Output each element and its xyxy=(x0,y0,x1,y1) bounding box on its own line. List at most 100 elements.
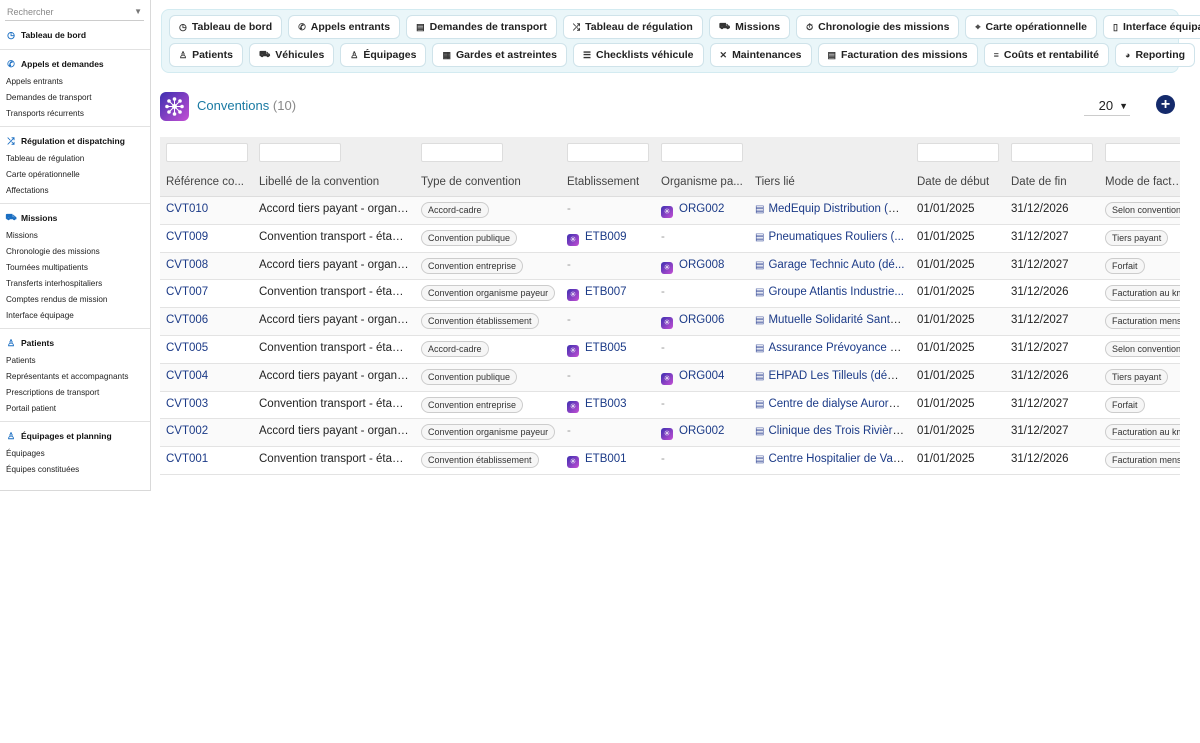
tiers-cell[interactable]: ▤ Centre Hospitalier de Val-... xyxy=(755,453,905,465)
table-row[interactable]: CVT007 Convention transport - établi... Co… xyxy=(160,280,1180,309)
convention-reference-link[interactable]: CVT006 xyxy=(166,314,208,326)
tiers-cell[interactable]: ▤ Pneumatiques Rouliers (... xyxy=(755,231,904,243)
nav-tab[interactable]: ◷ Tableau de bord xyxy=(169,15,283,39)
sidebar-item[interactable]: Patients xyxy=(0,353,150,369)
convention-reference-link[interactable]: CVT001 xyxy=(166,453,208,465)
add-convention-button[interactable]: + xyxy=(1156,95,1175,114)
sidebar-item[interactable]: Affectations xyxy=(0,183,150,199)
etablissement-cell[interactable]: ✳ ETB007 xyxy=(567,286,627,302)
table-row[interactable]: CVT006 Accord tiers payant - organi... Con… xyxy=(160,308,1180,336)
convention-reference-link[interactable]: CVT010 xyxy=(166,203,208,215)
search-input[interactable]: Rechercher ▼ xyxy=(5,3,144,21)
column-header[interactable]: Organisme pa... xyxy=(661,176,743,188)
sidebar-item[interactable]: Missions xyxy=(0,228,150,244)
convention-reference-link[interactable]: CVT009 xyxy=(166,231,208,243)
nav-tab[interactable]: ⏱ Chronologie des missions xyxy=(796,15,960,39)
convention-reference-link[interactable]: CVT002 xyxy=(166,425,208,437)
column-filter-input[interactable] xyxy=(1011,143,1093,162)
etablissement-cell[interactable]: ✳ ETB009 xyxy=(567,231,627,246)
tiers-link[interactable]: EHPAD Les Tilleuls (démo) xyxy=(768,370,905,382)
tiers-link[interactable]: Centre de dialyse Aurore ... xyxy=(768,398,905,410)
sidebar-item[interactable]: Prescriptions de transport xyxy=(0,385,150,401)
tiers-cell[interactable]: ▤ Clinique des Trois Rivière... xyxy=(755,425,905,437)
sidebar-item[interactable]: Carte opérationnelle xyxy=(0,167,150,183)
sidebar-item[interactable]: Demandes de transport xyxy=(0,90,150,106)
sidebar-item[interactable]: Tournées multipatients xyxy=(0,260,150,276)
nav-tab[interactable]: ☰ Checklists véhicule xyxy=(572,43,704,67)
tiers-cell[interactable]: ▤ Centre de dialyse Aurore ... xyxy=(755,398,905,410)
sidebar-section-header[interactable]: ✆ Appels et demandes xyxy=(0,56,150,74)
column-header[interactable]: Libellé de la convention xyxy=(259,176,379,188)
table-row[interactable]: CVT010 Accord tiers payant - organi... Acc… xyxy=(160,197,1180,225)
table-row[interactable]: CVT005 Convention transport - établi... Ac… xyxy=(160,335,1180,364)
nav-tab[interactable]: ≡ Coûts et rentabilité xyxy=(983,43,1110,67)
tiers-link[interactable]: Centre Hospitalier de Val-... xyxy=(768,453,905,465)
column-header[interactable]: Référence co... xyxy=(166,176,244,188)
nav-tab[interactable]: ♙ Équipages xyxy=(340,43,427,67)
nav-tab[interactable]: ♙ Patients xyxy=(169,43,243,67)
sidebar-item[interactable]: Portail patient xyxy=(0,401,150,417)
tiers-link[interactable]: MedEquip Distribution (dé... xyxy=(768,203,905,215)
sidebar-item[interactable]: Transferts interhospitaliers xyxy=(0,276,150,292)
sidebar-item[interactable]: Interface équipage xyxy=(0,308,150,324)
nav-tab[interactable]: ▦ Gardes et astreintes xyxy=(432,43,567,67)
sidebar-section-header[interactable]: ◷ Tableau de bord xyxy=(0,27,150,45)
etablissement-link[interactable]: ETB003 xyxy=(585,398,627,410)
column-header[interactable]: Date de fin xyxy=(1011,176,1067,188)
tiers-link[interactable]: Assurance Prévoyance N... xyxy=(768,342,905,354)
etablissement-cell[interactable]: ✳ ETB001 xyxy=(567,453,627,469)
sidebar-item[interactable]: Appels entrants xyxy=(0,74,150,90)
organisme-cell[interactable]: ✳ ORG006 xyxy=(661,314,724,330)
table-row[interactable]: CVT001 Convention transport - établi... Co… xyxy=(160,447,1180,475)
tiers-cell[interactable]: ▤ Garage Technic Auto (dé... xyxy=(755,259,904,271)
nav-tab[interactable]: ⛟ Missions xyxy=(708,15,791,39)
column-header[interactable]: Type de convention xyxy=(421,176,521,188)
sidebar-section-header[interactable]: ♙ Équipages et planning xyxy=(0,428,150,446)
convention-reference-link[interactable]: CVT005 xyxy=(166,342,208,354)
column-filter-input[interactable] xyxy=(661,143,743,162)
convention-reference-link[interactable]: CVT004 xyxy=(166,370,208,382)
etablissement-link[interactable]: ETB001 xyxy=(585,453,627,465)
sidebar-item[interactable]: Transports récurrents xyxy=(0,106,150,122)
nav-tab[interactable]: ⤮ Tableau de régulation xyxy=(562,15,703,39)
convention-reference-link[interactable]: CVT003 xyxy=(166,398,208,410)
tiers-cell[interactable]: ▤ Groupe Atlantis Industrie... xyxy=(755,286,904,298)
tiers-cell[interactable]: ▤ Mutuelle Solidarité Santé ... xyxy=(755,314,905,326)
organisme-cell[interactable]: ✳ ORG008 xyxy=(661,259,724,274)
organisme-cell[interactable]: ✳ ORG002 xyxy=(661,203,724,218)
tiers-link[interactable]: Pneumatiques Rouliers (... xyxy=(768,231,904,243)
sidebar-item[interactable]: Comptes rendus de mission xyxy=(0,292,150,308)
chevron-down-icon[interactable]: ▼ xyxy=(134,7,142,16)
organisme-link[interactable]: ORG004 xyxy=(679,370,724,382)
page-size-select[interactable]: 20 ▼ xyxy=(1084,96,1130,116)
column-header[interactable]: Date de début xyxy=(917,176,989,188)
sidebar-section-header[interactable]: ♙ Patients xyxy=(0,335,150,353)
tiers-link[interactable]: Garage Technic Auto (dé... xyxy=(768,259,904,271)
etablissement-link[interactable]: ETB005 xyxy=(585,342,627,354)
convention-reference-link[interactable]: CVT007 xyxy=(166,286,208,298)
tiers-link[interactable]: Mutuelle Solidarité Santé ... xyxy=(768,314,905,326)
sidebar-section-header[interactable]: ⛟ Missions xyxy=(0,210,150,228)
column-filter-input[interactable] xyxy=(421,143,503,162)
column-filter-input[interactable] xyxy=(567,143,649,162)
column-filter-input[interactable] xyxy=(166,143,248,162)
nav-tab[interactable]: ⛟ Véhicules xyxy=(248,43,335,67)
etablissement-cell[interactable]: ✳ ETB005 xyxy=(567,342,627,357)
etablissement-cell[interactable]: ✳ ETB003 xyxy=(567,398,627,413)
convention-reference-link[interactable]: CVT008 xyxy=(166,259,208,271)
sidebar-item[interactable]: Équipes constituées xyxy=(0,462,150,478)
organisme-link[interactable]: ORG002 xyxy=(679,203,724,215)
tiers-cell[interactable]: ▤ EHPAD Les Tilleuls (démo) xyxy=(755,370,905,382)
nav-tab[interactable]: ✆ Appels entrants xyxy=(288,15,401,39)
organisme-link[interactable]: ORG002 xyxy=(679,425,724,437)
organisme-link[interactable]: ORG006 xyxy=(679,314,724,326)
sidebar-item[interactable]: Chronologie des missions xyxy=(0,244,150,260)
tiers-link[interactable]: Clinique des Trois Rivière... xyxy=(768,425,905,437)
sidebar-item[interactable]: Équipages xyxy=(0,446,150,462)
column-filter-input[interactable] xyxy=(917,143,999,162)
sidebar-item[interactable]: Représentants et accompagnants xyxy=(0,369,150,385)
table-row[interactable]: CVT009 Convention transport - établi... Co… xyxy=(160,224,1180,253)
organisme-cell[interactable]: ✳ ORG002 xyxy=(661,425,724,441)
tiers-cell[interactable]: ▤ MedEquip Distribution (dé... xyxy=(755,203,905,215)
tiers-link[interactable]: Groupe Atlantis Industrie... xyxy=(768,286,904,298)
